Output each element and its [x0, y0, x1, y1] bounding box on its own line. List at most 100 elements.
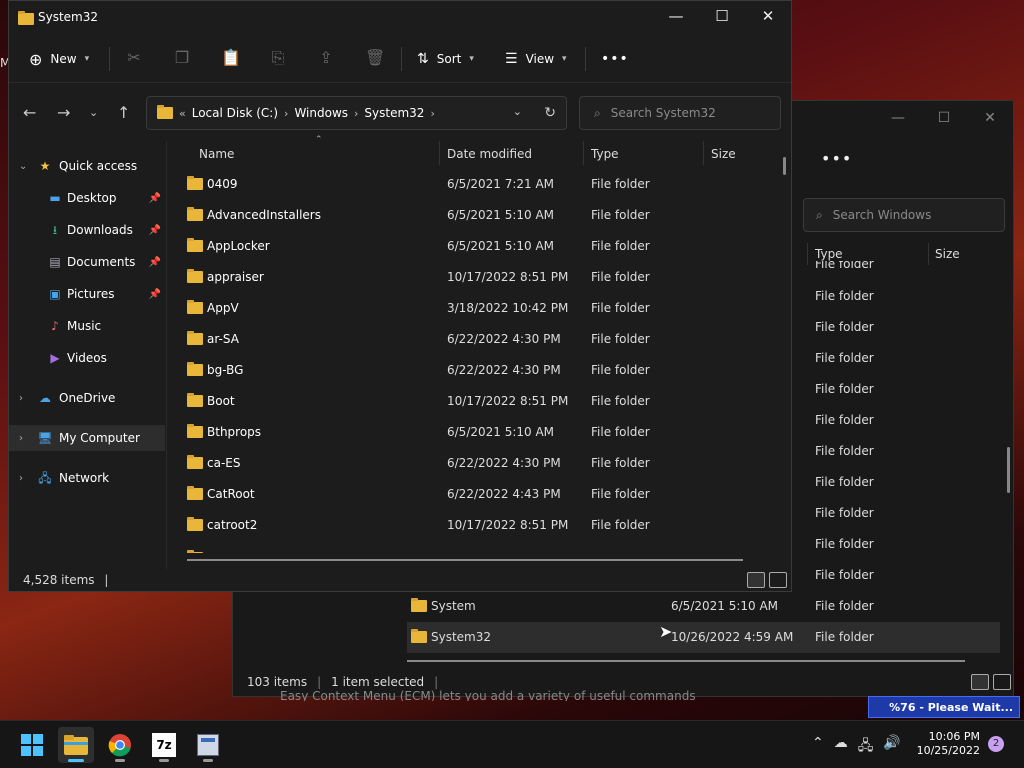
pin-icon[interactable]: 📌: [149, 193, 161, 204]
file-name: AppV: [207, 301, 239, 315]
table-row[interactable]: AdvancedInstallers 6/5/2021 5:10 AM File f…: [175, 200, 775, 231]
new-button[interactable]: ⊕ New ▾: [29, 47, 89, 71]
breadcrumb-system32[interactable]: System32: [364, 106, 424, 120]
column-size-header[interactable]: Size: [711, 147, 736, 161]
cloud-offline-icon[interactable]: ☁: [834, 735, 848, 759]
table-row[interactable]: ar-SA 6/22/2022 4:30 PM File folder: [175, 324, 775, 355]
more-options-button[interactable]: •••: [601, 47, 629, 71]
file-explorer-window[interactable]: System32 — ☐ ✕ ⊕ New ▾ ✂ ❐ 📋 ⎘ ⇪ 🗑 ⇅ Sor…: [8, 0, 792, 592]
breadcrumb-overflow[interactable]: «: [179, 107, 186, 120]
table-row[interactable]: Boot 10/17/2022 8:51 PM File folder: [175, 386, 775, 417]
clock[interactable]: 10:06 PM 10/25/2022: [916, 730, 980, 758]
volume-icon[interactable]: 🔊: [883, 735, 900, 759]
minimize-button[interactable]: —: [653, 1, 699, 31]
share-icon[interactable]: ⇪: [317, 49, 335, 67]
rename-icon[interactable]: ⎘: [269, 49, 287, 67]
table-row[interactable]: AppV 3/18/2022 10:42 PM File folder: [175, 293, 775, 324]
sort-label: Sort: [436, 52, 462, 66]
details-view-button[interactable]: [747, 572, 765, 588]
close-button[interactable]: ✕: [745, 1, 791, 31]
chevron-down-icon: ▾: [84, 54, 90, 64]
horizontal-scrollbar[interactable]: [407, 660, 965, 662]
copy-icon[interactable]: ❐: [173, 49, 191, 67]
tiles-view-button[interactable]: [769, 572, 787, 588]
table-row[interactable]: catroot2 10/17/2022 8:51 PM File folder: [175, 510, 775, 541]
column-name-header[interactable]: Name: [199, 147, 234, 161]
up-arrow-icon[interactable]: ↑: [117, 103, 130, 122]
search-box[interactable]: ⌕ Search Windows: [803, 198, 1005, 232]
forward-arrow-icon[interactable]: →: [57, 103, 70, 122]
table-row[interactable]: System32 10/26/2022 4:59 AM File folder: [407, 622, 1000, 653]
address-row: ← → ⌄ ↑ « Local Disk (C:) › Windows › Sy…: [9, 93, 791, 133]
maximize-button[interactable]: ☐: [699, 1, 745, 31]
view-button[interactable]: ☰ View ▾: [505, 47, 567, 71]
scrollbar-thumb[interactable]: [783, 157, 786, 175]
title-bar[interactable]: System32 — ☐ ✕: [9, 1, 791, 33]
table-row[interactable]: CatRoot 6/22/2022 4:43 PM File folder: [175, 479, 775, 510]
nav-item-videos[interactable]: ▶ Videos: [9, 345, 165, 371]
column-size-header[interactable]: Size: [935, 247, 960, 261]
back-arrow-icon[interactable]: ←: [23, 103, 36, 122]
file-date: 10/26/2022 4:59 AM: [671, 630, 794, 644]
pin-icon[interactable]: 📌: [149, 257, 161, 268]
nav-item-desktop[interactable]: ▬ Desktop 📌: [9, 185, 165, 211]
taskbar-installer[interactable]: [190, 727, 226, 763]
maximize-button[interactable]: ☐: [921, 101, 967, 135]
start-button[interactable]: [14, 727, 50, 763]
table-row[interactable]: AppLocker 6/5/2021 5:10 AM File folder: [175, 231, 775, 262]
close-button[interactable]: ✕: [967, 101, 1013, 135]
nav-item-my-computer[interactable]: › 🖥 My Computer: [9, 425, 165, 451]
breadcrumb-separator-icon[interactable]: ›: [430, 107, 434, 120]
nav-item-documents[interactable]: ▤ Documents 📌: [9, 249, 165, 275]
table-row[interactable]: System 6/5/2021 5:10 AM File folder: [407, 591, 1000, 622]
table-row[interactable]: 0409 6/5/2021 7:21 AM File folder: [175, 169, 775, 200]
minimize-button[interactable]: —: [875, 101, 921, 135]
file-date: 6/22/2022 4:30 PM: [447, 332, 561, 346]
scrollbar-thumb[interactable]: [1007, 447, 1010, 493]
network-icon[interactable]: 🖧: [858, 735, 874, 759]
table-row[interactable]: Bthprops 6/5/2021 5:10 AM File folder: [175, 417, 775, 448]
cut-icon[interactable]: ✂: [125, 49, 143, 67]
chevron-right-icon[interactable]: ›: [19, 473, 23, 484]
more-options-button[interactable]: •••: [821, 149, 852, 168]
chevron-down-icon[interactable]: ⌄: [19, 161, 27, 172]
chevron-up-icon[interactable]: ⌃: [812, 735, 824, 759]
address-bar[interactable]: « Local Disk (C:) › Windows › System32 ›…: [146, 96, 567, 130]
delete-icon[interactable]: 🗑: [365, 49, 385, 67]
pin-icon[interactable]: 📌: [149, 225, 161, 236]
details-view-button[interactable]: [971, 674, 989, 690]
breadcrumb-local-disk[interactable]: Local Disk (C:): [192, 106, 278, 120]
table-row[interactable]: appraiser 10/17/2022 8:51 PM File folder: [175, 262, 775, 293]
taskbar-chrome[interactable]: [102, 727, 138, 763]
nav-item-downloads[interactable]: ⭳ Downloads 📌: [9, 217, 165, 243]
nav-item-onedrive[interactable]: › ☁ OneDrive: [9, 385, 165, 411]
nav-item-pictures[interactable]: ▣ Pictures 📌: [9, 281, 165, 307]
breadcrumb-windows[interactable]: Windows: [294, 106, 348, 120]
taskbar-7zip[interactable]: 7z: [146, 727, 182, 763]
notification-badge[interactable]: 2: [988, 736, 1004, 752]
refresh-icon[interactable]: ↻: [544, 105, 556, 121]
search-box[interactable]: ⌕ Search System32: [579, 96, 781, 130]
chevron-right-icon[interactable]: ›: [19, 393, 23, 404]
table-row[interactable]: bg-BG 6/22/2022 4:30 PM File folder: [175, 355, 775, 386]
table-row[interactable]: ca-ES 6/22/2022 4:30 PM File folder: [175, 448, 775, 479]
sort-button[interactable]: ⇅ Sort ▾: [417, 47, 474, 71]
breadcrumb-separator-icon[interactable]: ›: [284, 107, 288, 120]
address-dropdown-chevron-icon[interactable]: ⌄: [513, 105, 522, 118]
column-date-header[interactable]: Date modified: [447, 147, 532, 161]
column-type-header[interactable]: Type: [815, 247, 843, 261]
tiles-view-button[interactable]: [993, 674, 1011, 690]
taskbar-file-explorer[interactable]: [58, 727, 94, 763]
paste-icon[interactable]: 📋: [221, 49, 241, 67]
column-type-header[interactable]: Type: [591, 147, 619, 161]
nav-item-quick-access[interactable]: ⌄ ★ Quick access: [9, 153, 165, 179]
chevron-right-icon[interactable]: ›: [19, 433, 23, 444]
file-type: File folder: [591, 425, 650, 439]
breadcrumb-separator-icon[interactable]: ›: [354, 107, 358, 120]
nav-item-music[interactable]: ♪ Music: [9, 313, 165, 339]
recent-locations-chevron-icon[interactable]: ⌄: [89, 106, 98, 119]
file-type: File folder: [591, 177, 650, 191]
horizontal-scrollbar[interactable]: [187, 559, 743, 561]
pin-icon[interactable]: 📌: [149, 289, 161, 300]
nav-item-network[interactable]: › 🖧 Network: [9, 465, 165, 491]
